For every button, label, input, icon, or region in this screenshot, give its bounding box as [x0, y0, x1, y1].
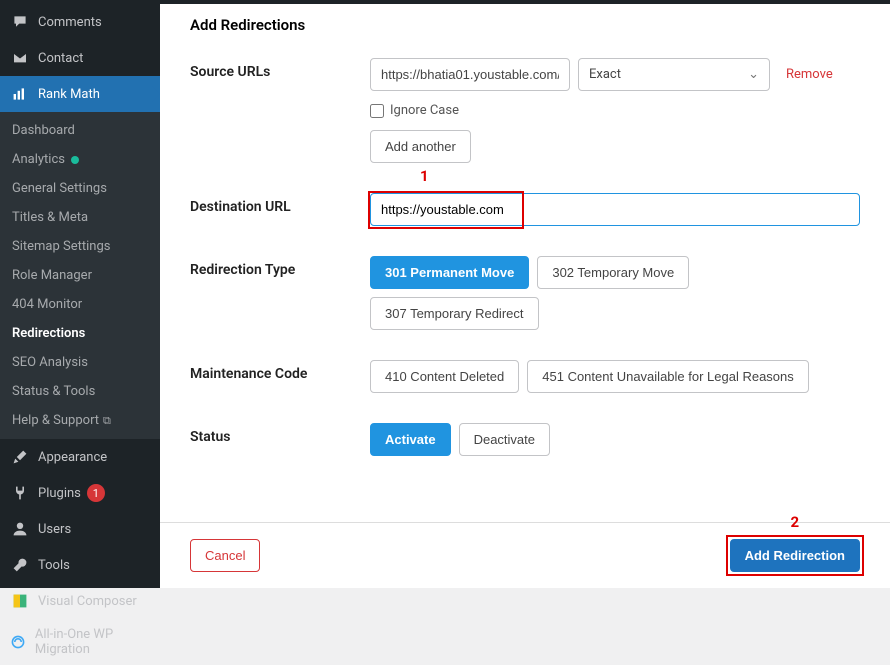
visual-composer-icon [10, 591, 30, 611]
sidebar-item-tools[interactable]: Tools [0, 547, 160, 583]
sidebar-label: All-in-One WP Migration [35, 627, 150, 657]
plug-icon [10, 483, 30, 503]
admin-sidebar: Comments Contact Rank Math Dashboard Ana… [0, 4, 160, 588]
brush-icon [10, 447, 30, 467]
sidebar-item-visual[interactable]: Visual Composer [0, 583, 160, 619]
submenu-general[interactable]: General Settings [0, 174, 160, 203]
sidebar-item-users[interactable]: Users [0, 511, 160, 547]
sidebar-item-plugins[interactable]: Plugins 1 [0, 475, 160, 511]
user-icon [10, 519, 30, 539]
source-urls-label: Source URLs [190, 58, 370, 80]
ignore-case-label[interactable]: Ignore Case [370, 103, 860, 118]
page-title: Add Redirections [190, 16, 860, 34]
maint-451-button[interactable]: 451 Content Unavailable for Legal Reason… [527, 360, 809, 393]
sidebar-label: Plugins [38, 486, 81, 501]
type-307-button[interactable]: 307 Temporary Redirect [370, 297, 539, 330]
destination-url-label: Destination URL [190, 193, 370, 215]
type-301-button[interactable]: 301 Permanent Move [370, 256, 529, 289]
sidebar-item-appearance[interactable]: Appearance [0, 439, 160, 475]
sidebar-item-contact[interactable]: Contact [0, 40, 160, 76]
submenu-analytics[interactable]: Analytics [0, 145, 160, 174]
annotation-1: 1 [420, 167, 429, 185]
submenu-role[interactable]: Role Manager [0, 261, 160, 290]
submenu-redirections[interactable]: Redirections [0, 319, 160, 348]
remove-link[interactable]: Remove [786, 67, 833, 82]
sidebar-item-aio[interactable]: All-in-One WP Migration [0, 619, 160, 665]
add-another-button[interactable]: Add another [370, 130, 471, 163]
submenu-sitemap[interactable]: Sitemap Settings [0, 232, 160, 261]
sidebar-submenu: Dashboard Analytics General Settings Tit… [0, 112, 160, 439]
sidebar-label: Contact [38, 51, 83, 66]
submenu-dashboard[interactable]: Dashboard [0, 116, 160, 145]
main-content: Add Redirections Source URLs Exact ⌄ Rem… [160, 4, 890, 588]
sidebar-label: Rank Math [38, 87, 100, 102]
maint-410-button[interactable]: 410 Content Deleted [370, 360, 519, 393]
sidebar-label: Tools [38, 558, 70, 573]
maintenance-code-label: Maintenance Code [190, 360, 370, 382]
type-302-button[interactable]: 302 Temporary Move [537, 256, 689, 289]
sidebar-label: Comments [38, 15, 102, 30]
source-url-input[interactable] [370, 58, 570, 91]
sidebar-label: Users [38, 522, 71, 537]
destination-url-input[interactable] [370, 193, 860, 226]
sidebar-label: Visual Composer [38, 594, 137, 609]
submenu-seo[interactable]: SEO Analysis [0, 348, 160, 377]
submenu-404[interactable]: 404 Monitor [0, 290, 160, 319]
external-icon: ⧉ [103, 414, 111, 428]
mail-icon [10, 48, 30, 68]
plugin-count-badge: 1 [87, 484, 105, 502]
status-label: Status [190, 423, 370, 445]
wrench-icon [10, 555, 30, 575]
status-dot-icon [71, 156, 79, 164]
submenu-help[interactable]: Help & Support⧉ [0, 406, 160, 435]
redirection-type-label: Redirection Type [190, 256, 370, 278]
deactivate-button[interactable]: Deactivate [459, 423, 550, 456]
sidebar-item-comments[interactable]: Comments [0, 4, 160, 40]
sidebar-label: Appearance [38, 450, 107, 465]
match-type-select[interactable]: Exact ⌄ [578, 58, 770, 91]
migration-icon [10, 632, 27, 652]
submenu-titles[interactable]: Titles & Meta [0, 203, 160, 232]
activate-button[interactable]: Activate [370, 423, 451, 456]
submenu-status[interactable]: Status & Tools [0, 377, 160, 406]
chevron-down-icon: ⌄ [748, 67, 759, 82]
ignore-case-checkbox[interactable] [370, 104, 384, 118]
add-redirection-button[interactable]: Add Redirection [730, 539, 860, 572]
sidebar-item-rankmath[interactable]: Rank Math [0, 76, 160, 112]
cancel-button[interactable]: Cancel [190, 539, 260, 572]
form-footer: Cancel 2 Add Redirection [160, 522, 890, 588]
comments-icon [10, 12, 30, 32]
rankmath-icon [10, 84, 30, 104]
